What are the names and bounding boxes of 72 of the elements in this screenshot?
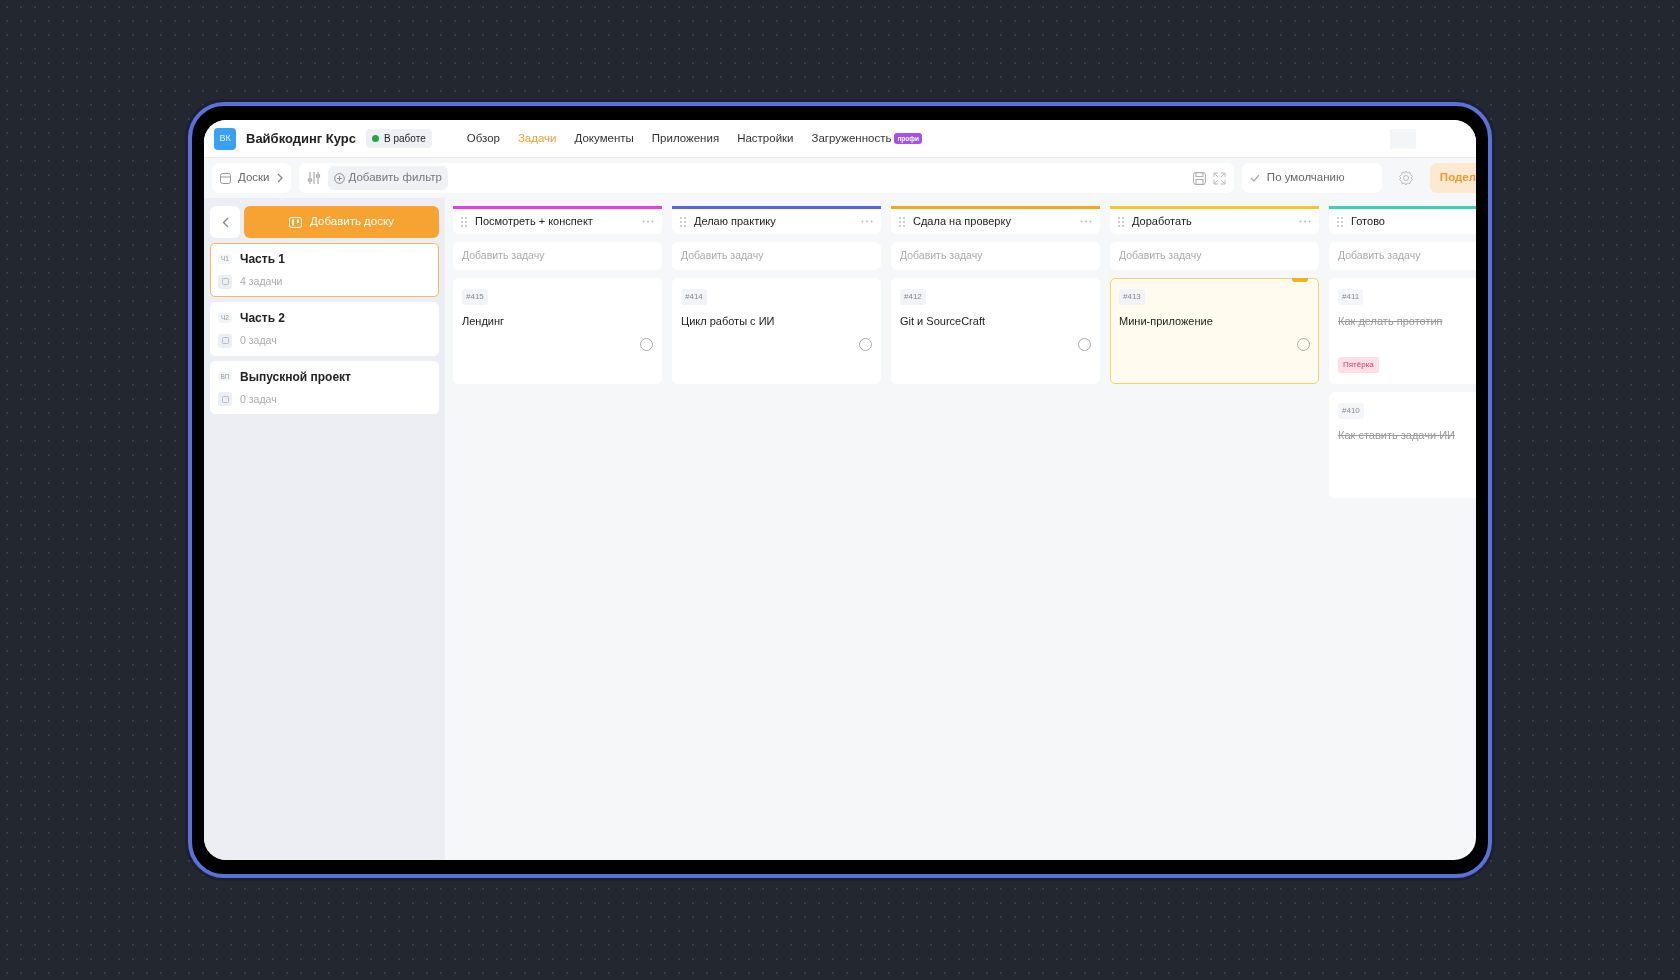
more-icon (861, 220, 873, 223)
column-menu-button[interactable] (1299, 220, 1311, 223)
column-menu-button[interactable] (1080, 220, 1092, 223)
nav-tab[interactable]: Обзор (457, 129, 509, 148)
board-icon (289, 216, 303, 228)
chevron-right-icon (276, 173, 283, 183)
view-selector[interactable]: По умолчанию (1241, 163, 1382, 193)
task-card[interactable]: #412 Git и SourceCraft (891, 278, 1100, 384)
drag-handle-icon (1337, 216, 1343, 227)
task-id: #412 (900, 289, 926, 305)
settings-icon (1397, 170, 1414, 186)
task-id: #415 (462, 289, 488, 305)
task-id: #411 (1338, 289, 1364, 305)
project-logo: ВК (214, 127, 236, 150)
chevron-left-icon (221, 216, 229, 228)
more-icon (1080, 220, 1092, 223)
expand-icon (1212, 171, 1226, 185)
task-count: 0 задач (240, 391, 277, 407)
task-id: #414 (681, 289, 707, 305)
column-title: Готово (1351, 214, 1386, 230)
column-title: Посмотреть + конспект (475, 214, 594, 230)
more-icon (642, 220, 654, 223)
task-title: Git и SourceCraft (900, 314, 986, 329)
column-menu-button[interactable] (861, 220, 873, 223)
add-filter-button[interactable]: Добавить фильтр (327, 166, 448, 190)
highlight-marker (1292, 278, 1308, 282)
column-title: Сдала на проверку (913, 214, 1012, 230)
board-name: Выпускной проект (240, 368, 351, 386)
task-id: #410 (1338, 403, 1364, 419)
task-card[interactable]: #410 Как ставить задачи ИИ (1329, 392, 1476, 498)
filter-settings-button[interactable] (306, 171, 321, 185)
project-title: Вайбкодинг Курс (246, 129, 357, 148)
sliders-icon (306, 171, 321, 185)
drag-handle-icon (1118, 216, 1124, 227)
task-tag: Пятёрка (1338, 357, 1379, 373)
checkbox-icon (221, 337, 229, 345)
checkbox-icon (221, 395, 229, 403)
save-button[interactable] (1192, 171, 1206, 185)
task-title: Лендинг (462, 314, 506, 329)
save-icon (1192, 171, 1206, 185)
column-title: Делаю практику (694, 214, 777, 230)
nav-tab[interactable]: Приложения (642, 129, 729, 148)
drag-handle-icon (461, 216, 467, 227)
task-count: 0 задач (240, 332, 277, 348)
boards-breadcrumb[interactable]: Доски (212, 163, 291, 193)
task-title: Мини-приложение (1119, 314, 1214, 329)
fullscreen-button[interactable] (1212, 171, 1226, 185)
board-icon (220, 172, 231, 184)
task-card[interactable]: #415 Лендинг (453, 278, 662, 384)
task-card[interactable]: #414 Цикл работы с ИИ (672, 278, 881, 384)
task-card[interactable]: #413 Мини-приложение (1110, 278, 1319, 384)
task-card[interactable]: #411 Как делать прототип Пятёрка (1329, 278, 1476, 384)
board-name: Часть 2 (240, 309, 286, 327)
column-menu-button[interactable] (642, 220, 654, 223)
board-name: Часть 1 (240, 251, 286, 268)
status-dot (372, 135, 380, 142)
drag-handle-icon (680, 216, 686, 227)
checkbox-icon (221, 278, 229, 286)
status-text: В работе (384, 132, 426, 146)
task-id: #413 (1119, 289, 1145, 305)
column-title: Доработать (1132, 214, 1193, 230)
drag-handle-icon (899, 216, 905, 227)
nav-tab[interactable]: Документы (565, 129, 643, 148)
task-title: Как делать прототип (1338, 314, 1444, 329)
task-count: 4 задачи (240, 274, 283, 289)
plus-circle-icon (333, 172, 345, 184)
task-title: Как ставить задачи ИИ (1338, 428, 1456, 443)
task-title: Цикл работы с ИИ (681, 314, 776, 329)
more-icon (1299, 220, 1311, 223)
back-button[interactable] (210, 206, 240, 238)
check-icon (1249, 174, 1260, 182)
nav-tab[interactable]: Настройки (728, 129, 803, 148)
